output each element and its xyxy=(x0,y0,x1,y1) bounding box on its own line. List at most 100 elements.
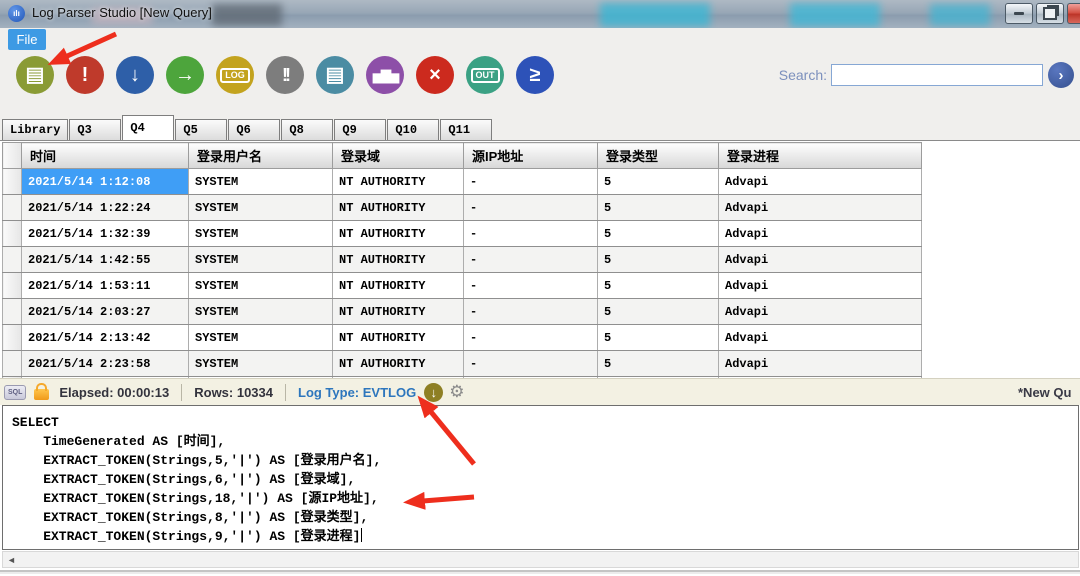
table-cell[interactable]: NT AUTHORITY xyxy=(333,169,464,195)
table-cell[interactable]: Advapi xyxy=(719,351,922,377)
table-cell[interactable]: SYSTEM xyxy=(189,169,333,195)
table-cell[interactable]: Advapi xyxy=(719,273,922,299)
table-cell[interactable]: 2021/5/14 1:12:08 xyxy=(22,169,189,195)
tab-q6[interactable]: Q6 xyxy=(228,119,280,140)
table-cell[interactable]: Advapi xyxy=(719,325,922,351)
output-folder-icon[interactable]: OUT xyxy=(466,56,504,94)
table-cell[interactable]: Advapi xyxy=(719,299,922,325)
log-type-dropdown-button[interactable]: ↓ xyxy=(424,383,443,402)
table-cell[interactable]: 5 xyxy=(598,195,719,221)
table-cell[interactable]: - xyxy=(464,195,598,221)
lock-icon[interactable] xyxy=(34,389,49,400)
scroll-left-arrow-icon[interactable]: ◄ xyxy=(7,555,16,565)
table-cell[interactable]: 2021/5/14 1:32:39 xyxy=(22,221,189,247)
gear-icon[interactable]: ⚙ xyxy=(449,382,464,402)
table-cell[interactable]: 2021/5/14 2:13:42 xyxy=(22,325,189,351)
table-cell[interactable]: 2021/5/14 2:23:58 xyxy=(22,351,189,377)
row-selector-cell[interactable] xyxy=(3,273,22,299)
table-cell[interactable]: NT AUTHORITY xyxy=(333,351,464,377)
cancel-x-icon[interactable]: × xyxy=(416,56,454,94)
sql-editor[interactable]: SELECT TimeGenerated AS [时间], EXTRACT_TO… xyxy=(2,405,1079,550)
table-cell[interactable]: 5 xyxy=(598,325,719,351)
run-arrow-icon[interactable]: → xyxy=(166,56,204,94)
table-cell[interactable]: - xyxy=(464,221,598,247)
table-cell[interactable]: SYSTEM xyxy=(189,325,333,351)
table-cell[interactable]: - xyxy=(464,299,598,325)
table-cell[interactable]: SYSTEM xyxy=(189,195,333,221)
column-header[interactable]: 时间 xyxy=(22,143,189,169)
tab-q10[interactable]: Q10 xyxy=(387,119,439,140)
powershell-icon[interactable]: ≥ xyxy=(516,56,554,94)
table-cell[interactable]: 5 xyxy=(598,299,719,325)
column-header[interactable]: 登录进程 xyxy=(719,143,922,169)
column-header[interactable]: 登录类型 xyxy=(598,143,719,169)
table-cell[interactable]: 5 xyxy=(598,351,719,377)
close-button[interactable] xyxy=(1067,3,1080,24)
row-selector-cell[interactable] xyxy=(3,195,22,221)
table-cell[interactable]: SYSTEM xyxy=(189,351,333,377)
table-cell[interactable]: 2021/5/14 1:42:55 xyxy=(22,247,189,273)
new-query-icon[interactable]: ▤ xyxy=(16,56,54,94)
tab-library[interactable]: Library xyxy=(2,119,68,140)
row-selector-header[interactable] xyxy=(3,143,22,169)
column-header[interactable]: 登录域 xyxy=(333,143,464,169)
table-cell[interactable]: NT AUTHORITY xyxy=(333,325,464,351)
open-log-folder-icon[interactable]: LOG xyxy=(216,56,254,94)
tab-q4[interactable]: Q4 xyxy=(122,115,174,140)
tab-q3[interactable]: Q3 xyxy=(69,119,121,140)
table-cell[interactable]: NT AUTHORITY xyxy=(333,221,464,247)
row-selector-cell[interactable] xyxy=(3,325,22,351)
glass-blob xyxy=(930,4,990,26)
minimize-button[interactable] xyxy=(1005,3,1033,24)
window-title: Log Parser Studio [New Query] xyxy=(32,5,212,20)
table-cell[interactable]: 2021/5/14 1:53:11 xyxy=(22,273,189,299)
table-cell[interactable]: SYSTEM xyxy=(189,221,333,247)
sql-line: EXTRACT_TOKEN(Strings,9,'|') AS [登录进程] xyxy=(12,527,1078,546)
column-header[interactable]: 源IP地址 xyxy=(464,143,598,169)
chart-icon[interactable]: ▅▇▅ xyxy=(366,56,404,94)
query-document-icon[interactable]: ▤ xyxy=(316,56,354,94)
table-cell[interactable]: Advapi xyxy=(719,247,922,273)
table-cell[interactable]: NT AUTHORITY xyxy=(333,195,464,221)
tab-q9[interactable]: Q9 xyxy=(334,119,386,140)
table-cell[interactable]: - xyxy=(464,273,598,299)
table-cell[interactable]: - xyxy=(464,351,598,377)
table-cell[interactable]: NT AUTHORITY xyxy=(333,247,464,273)
row-selector-cell[interactable] xyxy=(3,247,22,273)
tab-q5[interactable]: Q5 xyxy=(175,119,227,140)
table-cell[interactable]: 2021/5/14 1:22:24 xyxy=(22,195,189,221)
table-cell[interactable]: SYSTEM xyxy=(189,247,333,273)
table-cell[interactable]: Advapi xyxy=(719,169,922,195)
table-cell[interactable]: SYSTEM xyxy=(189,273,333,299)
file-menu[interactable]: File xyxy=(8,29,46,50)
table-cell[interactable]: 5 xyxy=(598,221,719,247)
column-header[interactable]: 登录用户名 xyxy=(189,143,333,169)
row-selector-cell[interactable] xyxy=(3,221,22,247)
double-exclamation-icon[interactable]: !! xyxy=(266,56,304,94)
tab-q11[interactable]: Q11 xyxy=(440,119,492,140)
download-arrow-icon[interactable]: ↓ xyxy=(116,56,154,94)
table-cell[interactable]: - xyxy=(464,169,598,195)
tab-q8[interactable]: Q8 xyxy=(281,119,333,140)
search-input[interactable] xyxy=(831,64,1043,86)
horizontal-scrollbar[interactable]: ◄ xyxy=(2,551,1079,568)
table-cell[interactable]: Advapi xyxy=(719,221,922,247)
table-cell[interactable]: - xyxy=(464,325,598,351)
table-cell[interactable]: 5 xyxy=(598,273,719,299)
table-cell[interactable]: SYSTEM xyxy=(189,299,333,325)
table-cell[interactable]: 5 xyxy=(598,247,719,273)
elapsed-label: Elapsed: 00:00:13 xyxy=(59,385,169,400)
table-cell[interactable]: 5 xyxy=(598,169,719,195)
row-selector-cell[interactable] xyxy=(3,299,22,325)
table-row: 2021/5/14 1:32:39SYSTEMNT AUTHORITY-5Adv… xyxy=(3,221,922,247)
table-cell[interactable]: NT AUTHORITY xyxy=(333,299,464,325)
row-selector-cell[interactable] xyxy=(3,169,22,195)
table-cell[interactable]: 2021/5/14 2:03:27 xyxy=(22,299,189,325)
row-selector-cell[interactable] xyxy=(3,351,22,377)
table-cell[interactable]: Advapi xyxy=(719,195,922,221)
search-go-button[interactable]: › xyxy=(1048,62,1074,88)
maximize-button[interactable] xyxy=(1036,3,1064,24)
table-cell[interactable]: - xyxy=(464,247,598,273)
exclamation-icon[interactable]: ! xyxy=(66,56,104,94)
table-cell[interactable]: NT AUTHORITY xyxy=(333,273,464,299)
